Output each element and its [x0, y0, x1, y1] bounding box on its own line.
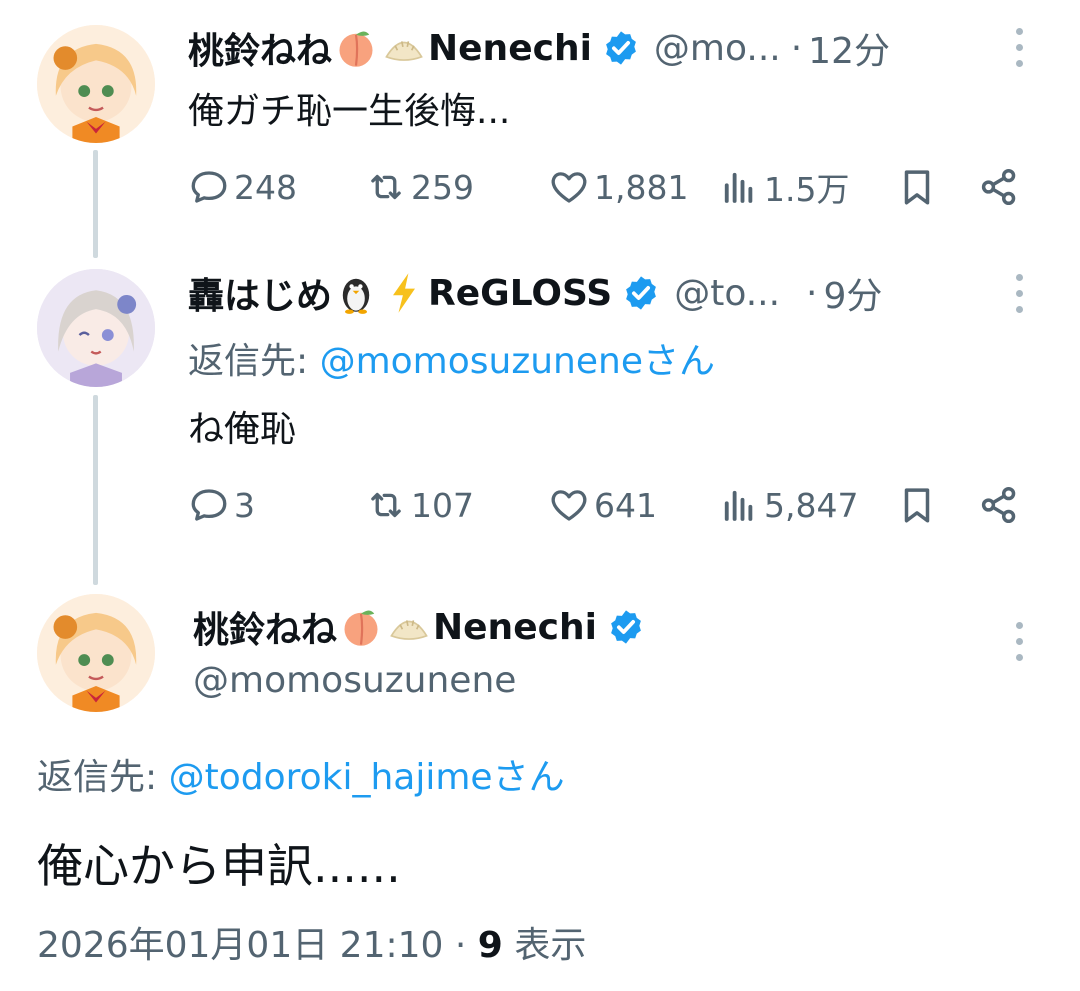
bookmark-icon: [904, 170, 930, 205]
peach-emoji: [339, 605, 383, 649]
tweet1-more-icon[interactable]: [1013, 28, 1025, 68]
like-icon: [551, 172, 587, 203]
tweet2-share-button[interactable]: [978, 481, 1024, 529]
views-icon: [724, 490, 753, 521]
share-icon: [981, 168, 1016, 206]
tweet1-retweet-count: 259: [411, 167, 474, 207]
retweet-icon: [371, 492, 401, 518]
tweet2-like-count: 641: [594, 485, 657, 525]
tweet1-like-button[interactable]: 1,881: [548, 163, 688, 211]
tweet2-display-name[interactable]: 轟はじめ: [188, 267, 332, 319]
tweet1-bookmark-button[interactable]: [896, 163, 942, 211]
tweet2-header: 轟はじめ ReGLOSS @to... · 9分: [188, 267, 882, 319]
dumpling-emoji: [382, 26, 426, 70]
reply-icon: [191, 171, 227, 203]
tweet1-views-count: 1.5万: [764, 170, 850, 209]
tweet2-reply-context: 返信先: @momosuzuneneさん: [188, 332, 715, 384]
main-tweet-text: 俺心から申訳......: [37, 839, 401, 893]
tweet2-reply-to-link[interactable]: @momosuzuneneさん: [320, 341, 715, 382]
dumpling-emoji: [387, 605, 431, 649]
tweet2-time[interactable]: 9分: [824, 267, 883, 319]
tweet2-handle[interactable]: @to...: [674, 273, 780, 314]
main-reply-to-link[interactable]: @todoroki_hajimeさん: [169, 757, 565, 798]
main-name-suffix[interactable]: Nenechi: [433, 607, 597, 648]
thread-line-2: [93, 395, 98, 585]
tweet1-time[interactable]: 12分: [808, 22, 890, 74]
main-more-icon[interactable]: [1013, 622, 1025, 662]
tweet1-text: 俺ガチ恥一生後悔...: [188, 91, 511, 132]
tweet2-separator: ·: [806, 272, 818, 314]
tweet2-more-icon[interactable]: [1013, 274, 1025, 314]
avatar-nene-main[interactable]: [37, 594, 155, 712]
tweet1-name-suffix[interactable]: Nenechi: [428, 28, 592, 69]
tweet1-display-name[interactable]: 桃鈴ねね: [188, 22, 332, 74]
like-icon: [551, 490, 587, 521]
views-icon: [724, 172, 753, 203]
main-tweet-header: 桃鈴ねね Nenechi: [193, 601, 645, 653]
tweet1-like-count: 1,881: [594, 167, 689, 207]
main-timestamp[interactable]: 2026年01月01日 21:10: [37, 925, 443, 966]
main-reply-context: 返信先: @todoroki_hajimeさん: [37, 748, 565, 800]
tweet1-reply-count: 248: [234, 167, 297, 207]
tweet2-views-button[interactable]: 5,847: [718, 481, 858, 529]
penguin-emoji: [334, 271, 378, 315]
tweet2-bookmark-button[interactable]: [896, 481, 942, 529]
retweet-icon: [371, 174, 401, 200]
peach-emoji: [334, 26, 378, 70]
main-tweet-meta: 2026年01月01日 21:10 · 9 表示: [37, 916, 586, 968]
tweet2-name-suffix[interactable]: ReGLOSS: [428, 273, 612, 314]
main-handle[interactable]: @momosuzunene: [193, 660, 516, 701]
thread-line-1: [93, 150, 98, 258]
tweet1-views-button[interactable]: 1.5万: [718, 163, 849, 211]
tweet2-views-count: 5,847: [764, 485, 859, 525]
tweet2-reply-button[interactable]: 3: [188, 481, 255, 529]
lightning-emoji: [382, 271, 426, 315]
verified-badge-icon: [602, 29, 640, 67]
tweet1-separator: ·: [790, 27, 803, 69]
tweet2-retweet-button[interactable]: 107: [365, 481, 474, 529]
tweet2-text: ね俺恥: [188, 409, 297, 450]
tweet2-like-button[interactable]: 641: [548, 481, 657, 529]
tweet2-retweet-count: 107: [411, 485, 474, 525]
share-icon: [981, 486, 1016, 524]
verified-badge-icon: [607, 608, 645, 646]
tweet1-header: 桃鈴ねね Nenechi @mo... · 12分: [188, 22, 890, 74]
main-reply-prefix: 返信先:: [37, 757, 169, 798]
main-views-count: 9: [477, 925, 503, 966]
reply-icon: [191, 489, 227, 521]
tweet2-reply-count: 3: [234, 485, 255, 525]
tweet1-reply-button[interactable]: 248: [188, 163, 297, 211]
tweet1-handle[interactable]: @mo...: [654, 28, 781, 69]
tweet1-retweet-button[interactable]: 259: [365, 163, 474, 211]
main-separator: ·: [454, 925, 467, 966]
verified-badge-icon: [622, 274, 660, 312]
avatar-nene[interactable]: [37, 25, 155, 143]
avatar-hajime[interactable]: [37, 269, 155, 387]
bookmark-icon: [904, 488, 930, 523]
main-display-name[interactable]: 桃鈴ねね: [193, 601, 337, 653]
tweet2-reply-prefix: 返信先:: [188, 341, 320, 382]
main-views-label: 表示: [514, 925, 587, 966]
tweet1-share-button[interactable]: [978, 163, 1024, 211]
